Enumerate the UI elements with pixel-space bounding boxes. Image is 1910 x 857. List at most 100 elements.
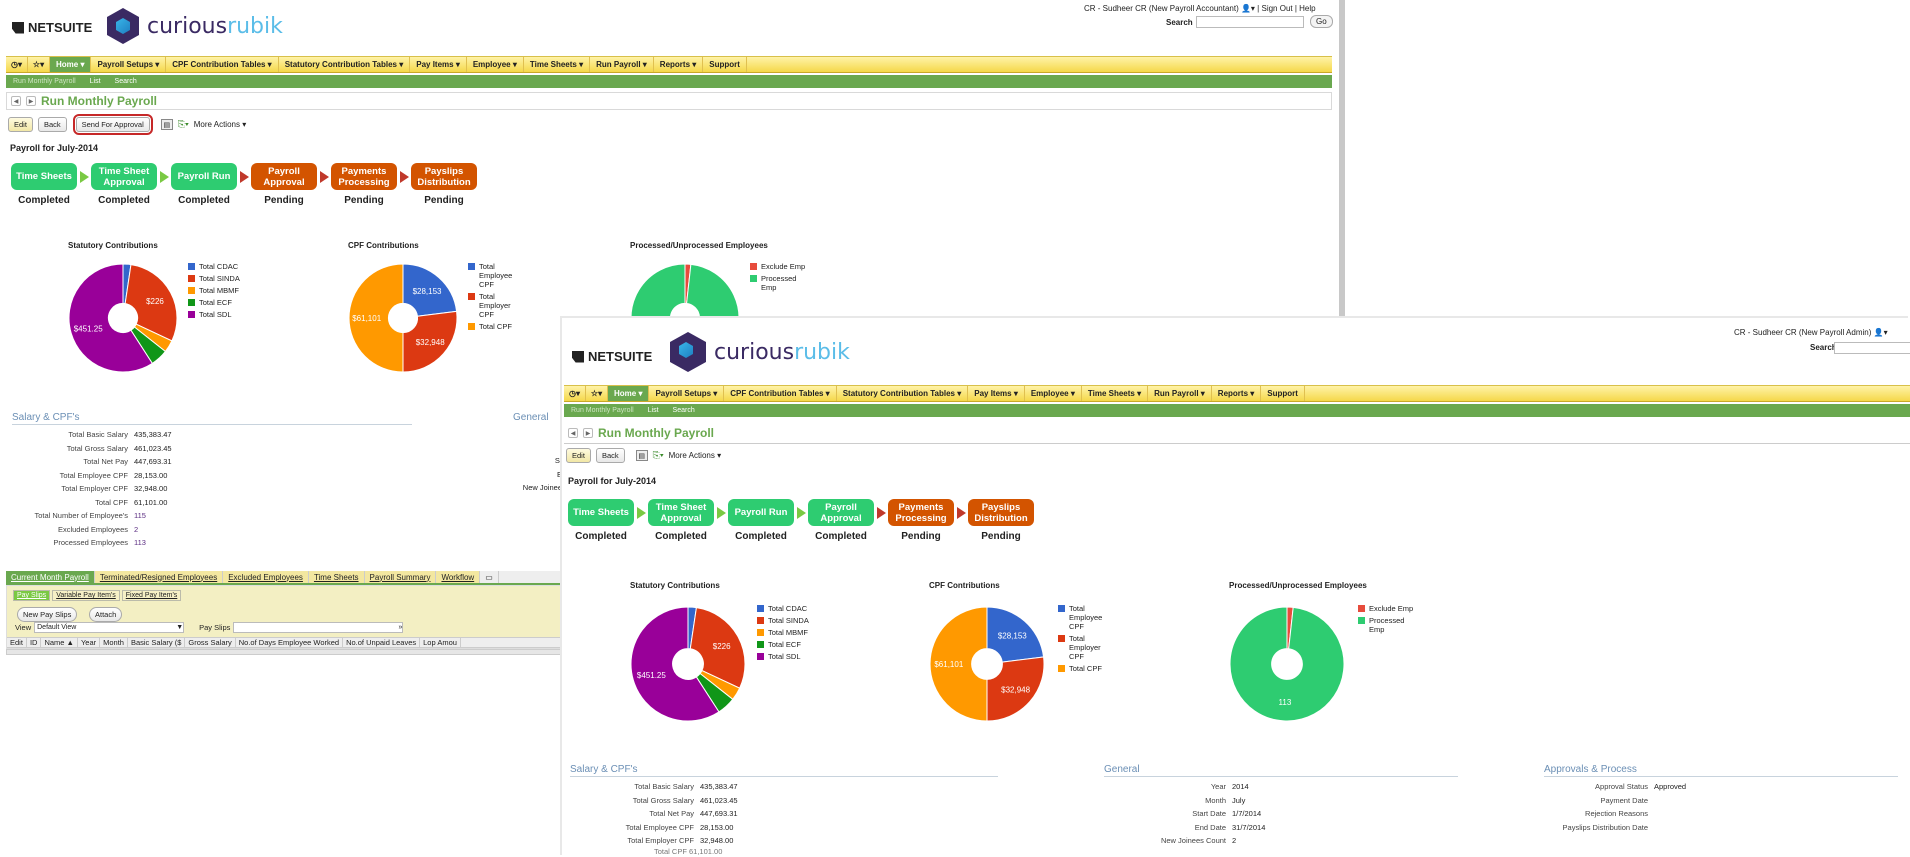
pie-slice[interactable] <box>630 263 740 326</box>
menu-cpf-contribution-tables[interactable]: CPF Contribution Tables ▾ <box>724 386 837 401</box>
legend-item[interactable]: Total CPF <box>468 322 528 331</box>
legend-item[interactable]: Total SDL <box>757 652 809 661</box>
legend-item[interactable]: Total CDAC <box>188 262 240 271</box>
legend-item[interactable]: Total MBMF <box>757 628 809 637</box>
workflow-step-box[interactable]: Payroll Run <box>728 499 794 526</box>
help-link[interactable]: Help <box>1299 4 1315 13</box>
tab-expand-icon[interactable]: ▭ <box>480 571 499 583</box>
menu-run-payroll[interactable]: Run Payroll ▾ <box>590 57 654 72</box>
edit-button[interactable]: Edit <box>566 448 591 463</box>
export-icon[interactable]: ⎘▾ <box>178 119 189 130</box>
menu-reports[interactable]: Reports ▾ <box>1212 386 1262 401</box>
legend-item[interactable]: Total Employee CPF <box>1058 604 1118 631</box>
subtab-fixed-pay-items[interactable]: Fixed Pay Item's <box>121 590 182 601</box>
menu-home[interactable]: Home ▾ <box>50 57 92 72</box>
legend-item[interactable]: Total CDAC <box>757 604 809 613</box>
workflow-step-box[interactable]: Payments Processing <box>888 499 954 526</box>
back-arrow-icon[interactable]: ◀ <box>11 96 21 106</box>
column-header[interactable]: Gross Salary <box>185 638 236 647</box>
menu-cpf-contribution-tables[interactable]: CPF Contribution Tables ▾ <box>166 57 279 72</box>
menu-pay-items[interactable]: Pay Items ▾ <box>410 57 467 72</box>
workflow-step-box[interactable]: Time Sheets <box>568 499 634 526</box>
recent-icon[interactable]: ◷▾ <box>564 386 586 401</box>
menu-payroll-setups[interactable]: Payroll Setups ▾ <box>649 386 725 401</box>
menu-statutory-contribution-tables[interactable]: Statutory Contribution Tables ▾ <box>837 386 969 401</box>
page-scrollbar[interactable] <box>1339 0 1345 326</box>
menu-support[interactable]: Support <box>1261 386 1305 401</box>
print-icon[interactable]: ▤ <box>635 450 648 461</box>
workflow-step-box[interactable]: Time Sheet Approval <box>91 163 157 190</box>
tab-time-sheets[interactable]: Time Sheets <box>308 571 365 583</box>
legend-item[interactable]: Total Employer CPF <box>1058 634 1118 661</box>
recent-icon[interactable]: ◷▾ <box>6 57 28 72</box>
go-button[interactable]: Go <box>1310 15 1333 28</box>
legend-item[interactable]: Exclude Emp <box>750 262 810 271</box>
back-arrow-icon[interactable]: ◀ <box>568 428 578 438</box>
column-header[interactable]: Lop Amou <box>420 638 461 647</box>
menu-time-sheets[interactable]: Time Sheets ▾ <box>1082 386 1149 401</box>
back-button[interactable]: Back <box>37 117 67 132</box>
back-button[interactable]: Back <box>595 448 625 463</box>
tab-payroll-summary[interactable]: Payroll Summary <box>364 571 437 583</box>
legend-item[interactable]: Processed Emp <box>750 274 810 292</box>
send-for-approval-button[interactable]: Send For Approval <box>72 114 153 135</box>
legend-item[interactable]: Total SDL <box>188 310 240 319</box>
submenu-search[interactable]: Search <box>666 407 702 414</box>
favorites-star-icon[interactable]: ☆▾ <box>28 57 50 72</box>
user-icon[interactable]: 👤▾ <box>1874 328 1888 337</box>
column-header[interactable]: ID <box>27 638 42 647</box>
horizontal-scrollbar[interactable] <box>6 649 562 655</box>
user-icon[interactable]: 👤▾ <box>1241 4 1255 13</box>
submenu-search[interactable]: Search <box>108 78 144 85</box>
legend-item[interactable]: Total SINDA <box>188 274 240 283</box>
legend-item[interactable]: Exclude Emp <box>1358 604 1418 613</box>
menu-payroll-setups[interactable]: Payroll Setups ▾ <box>91 57 167 72</box>
subtab-variable-pay-items[interactable]: Variable Pay Item's <box>52 590 120 601</box>
legend-item[interactable]: Total SINDA <box>757 616 809 625</box>
column-header[interactable]: Basic Salary ($ <box>128 638 186 647</box>
forward-arrow-icon[interactable]: ▶ <box>583 428 593 438</box>
field-value[interactable]: 115 <box>134 511 146 520</box>
menu-reports[interactable]: Reports ▾ <box>654 57 704 72</box>
view-select[interactable]: Default View ▼ <box>34 622 185 633</box>
forward-arrow-icon[interactable]: ▶ <box>26 96 36 106</box>
more-actions-menu[interactable]: More Actions ▾ <box>669 451 721 460</box>
submenu-current[interactable]: Run Monthly Payroll <box>6 78 83 85</box>
search-input[interactable] <box>1834 342 1910 354</box>
legend-item[interactable]: Total MBMF <box>188 286 240 295</box>
legend-item[interactable]: Total Employee CPF <box>468 262 528 289</box>
tab-current-month-payroll[interactable]: Current Month Payroll <box>6 571 95 583</box>
workflow-step-box[interactable]: Payroll Approval <box>251 163 317 190</box>
workflow-step-box[interactable]: Time Sheets <box>11 163 77 190</box>
column-header[interactable]: Month <box>100 638 128 647</box>
field-value[interactable]: 113 <box>134 538 146 547</box>
column-header[interactable]: No.of Days Employee Worked <box>236 638 344 647</box>
favorites-star-icon[interactable]: ☆▾ <box>586 386 608 401</box>
field-value[interactable]: 2 <box>134 525 138 534</box>
menu-employee[interactable]: Employee ▾ <box>467 57 524 72</box>
more-actions-menu[interactable]: More Actions ▾ <box>194 120 246 129</box>
subtab-pay-slips[interactable]: Pay Slips <box>13 590 51 601</box>
menu-time-sheets[interactable]: Time Sheets ▾ <box>524 57 591 72</box>
submenu-list[interactable]: List <box>641 407 666 414</box>
menu-pay-items[interactable]: Pay Items ▾ <box>968 386 1025 401</box>
submenu-current[interactable]: Run Monthly Payroll <box>564 407 641 414</box>
edit-button[interactable]: Edit <box>8 117 33 132</box>
tab-excluded-employees[interactable]: Excluded Employees <box>223 571 309 583</box>
tab-terminated-resigned[interactable]: Terminated/Resigned Employees <box>94 571 224 583</box>
legend-item[interactable]: Total ECF <box>757 640 809 649</box>
attach-button[interactable]: Attach <box>89 607 123 622</box>
legend-item[interactable]: Total Employer CPF <box>468 292 528 319</box>
legend-item[interactable]: Total ECF <box>188 298 240 307</box>
legend-item[interactable]: Total CPF <box>1058 664 1118 673</box>
print-icon[interactable]: ▤ <box>160 119 173 130</box>
sign-out-link[interactable]: Sign Out <box>1261 4 1292 13</box>
submenu-list[interactable]: List <box>83 78 108 85</box>
tab-workflow[interactable]: Workflow <box>436 571 481 583</box>
workflow-step-box[interactable]: Payments Processing <box>331 163 397 190</box>
column-header[interactable]: No.of Unpaid Leaves <box>343 638 421 647</box>
workflow-step-box[interactable]: Payroll Approval <box>808 499 874 526</box>
pay-slips-select[interactable]: » <box>233 622 404 633</box>
user-name[interactable]: CR - Sudheer CR (New Payroll Admin) <box>1734 328 1871 337</box>
export-icon[interactable]: ⎘▾ <box>653 450 664 461</box>
